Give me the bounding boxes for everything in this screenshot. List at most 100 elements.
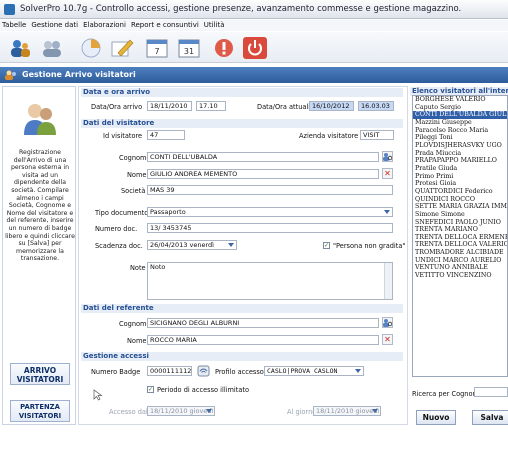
menu-bar: Tabelle Gestione dati Elaborazioni Report e… <box>0 20 508 31</box>
docnum-field[interactable]: 13/ 3453745 <box>147 223 393 233</box>
arrival-time-field[interactable]: 17.10 <box>196 101 226 111</box>
visitor-list-item[interactable]: TRENTA MARIANO <box>413 226 507 234</box>
access-from-select[interactable]: 18/11/2010 giovedì <box>147 406 215 416</box>
visitor-company-label: Azienda visitatore <box>299 132 359 140</box>
referent-search-icon[interactable] <box>382 317 393 328</box>
docnum-label: Numero doc. <box>95 225 138 233</box>
calendar-day-number: 7 <box>154 47 159 56</box>
visitor-list-item[interactable]: TRENTA DELLOCA ERMENEGI <box>413 234 507 242</box>
visitor-id-label: Id visitatore <box>103 132 143 140</box>
unlimited-label: Periodo di accesso illimitato <box>157 386 249 394</box>
visitor-list-item[interactable]: Prada Miuccia <box>413 150 507 158</box>
current-date-field: 16/10/2012 <box>309 101 354 111</box>
visitor-list-item[interactable]: TROMBADORE ALCIBIADE <box>413 249 507 257</box>
current-datetime-label: Data/Ora attuali <box>257 103 311 111</box>
visitor-surname-field[interactable]: CONTI DELL'UBALDA <box>147 152 379 162</box>
arrival-datetime-label: Data/Ora arrivo <box>91 103 143 111</box>
profile-select[interactable]: CASLO|PROVA CASLON <box>264 366 364 376</box>
visitor-list-item[interactable]: Paracelso Rocco Maria <box>413 127 507 135</box>
partenza-visitatori-button[interactable]: PARTENZA VISITATORI <box>10 400 70 422</box>
visitor-list-item[interactable]: BORGHESE VALERIO <box>413 96 507 104</box>
users-icon[interactable] <box>8 37 32 59</box>
alert-icon[interactable] <box>212 37 236 59</box>
arrival-date-field[interactable]: 18/11/2010 <box>147 101 192 111</box>
menu-elaborazioni[interactable]: Elaborazioni <box>83 21 126 29</box>
visitor-list-item[interactable]: Caputo Sergio <box>413 104 507 112</box>
referent-name-label: Nome <box>127 337 147 345</box>
visitor-list-item[interactable]: PRAPAPAPPO MARIELLO <box>413 157 507 165</box>
menu-report[interactable]: Report e consuntivi <box>131 21 199 29</box>
visitor-list-item[interactable]: CONTI DELL'UBALDA GIULI <box>413 111 507 119</box>
power-icon[interactable] <box>243 37 267 59</box>
referent-name-field[interactable]: ROCCO MARIA <box>147 335 379 345</box>
calendar-day-icon[interactable]: 7 <box>145 37 169 59</box>
arrivo-visitatori-button[interactable]: ARRIVO VISITATORI <box>10 363 70 385</box>
visitor-surname-label: Cognome <box>119 154 151 162</box>
visitors-icon <box>22 101 58 137</box>
visitor-list-item[interactable]: TRENTA DELLOCA VALERIO <box>413 241 507 249</box>
cursor-arrow-icon <box>93 389 103 401</box>
expiry-date-select[interactable]: 26/04/2013 venerdì <box>147 240 237 250</box>
section-visitor: Dati del visitatore <box>81 119 403 128</box>
visitor-list-item[interactable]: VENTUNO ANNIBALE <box>413 264 507 272</box>
calendar-month-icon[interactable]: 31 <box>177 37 201 59</box>
visitor-list-item[interactable]: QUATTORDICI Federico <box>413 188 507 196</box>
section-referent: Dati del referente <box>81 304 403 313</box>
referent-surname-label: Cognome <box>119 320 151 328</box>
search-surname-field[interactable] <box>474 387 508 397</box>
visitor-list-item[interactable]: Primo Primi <box>413 173 507 181</box>
chart-icon[interactable] <box>79 37 103 59</box>
notes-textarea[interactable]: Noto <box>147 262 393 300</box>
app-logo-icon <box>4 4 15 15</box>
visitor-list-item[interactable]: Pileggi Toni <box>413 134 507 142</box>
nuovo-button[interactable]: Nuovo <box>416 410 456 425</box>
visitor-search-icon[interactable] <box>382 151 393 162</box>
notes-label: Note <box>130 264 146 272</box>
visitor-list-item[interactable]: Protesi Gioia <box>413 180 507 188</box>
main-form: Data e ora arrivo Data/Ora arrivo 18/11/… <box>78 86 408 425</box>
access-from-label: Accesso dal <box>109 408 148 416</box>
menu-gestione-dati[interactable]: Gestione dati <box>31 21 78 29</box>
visitor-list-item[interactable]: VETITTO VINCENZINO <box>413 272 507 280</box>
toolbar: 7 31 <box>0 32 508 63</box>
visitor-list-item[interactable]: Pratile Giuda <box>413 165 507 173</box>
title-bar: SolverPro 10.7g - Controllo accessi, ges… <box>0 0 508 19</box>
visitor-list-item[interactable]: UNDICI MARCO AURELIO <box>413 257 507 265</box>
visitor-list-item[interactable]: Mazzini Giuseppe <box>413 119 507 127</box>
badge-label: Numero Badge <box>91 368 141 376</box>
visitor-id-field[interactable]: 47 <box>147 130 185 140</box>
help-text: Registrazione dell'Arrivo di una persona… <box>5 149 75 263</box>
edit-icon[interactable] <box>110 37 134 59</box>
referent-surname-field[interactable]: SICIGNANO DEGLI ALBURNI <box>147 318 379 328</box>
menu-tabelle[interactable]: Tabelle <box>2 21 26 29</box>
visitor-window-icon <box>5 70 17 80</box>
unlimited-checkbox[interactable]: ✓ <box>147 386 154 393</box>
doctype-select[interactable]: Passaporto <box>147 207 393 217</box>
visitor-list-item[interactable]: Simone Simone <box>413 211 507 219</box>
visitor-name-label: Nome <box>127 171 147 179</box>
calendar-month-number: 31 <box>184 47 194 56</box>
section-access: Gestione accessi <box>81 352 403 361</box>
salva-button[interactable]: Salva <box>472 410 508 425</box>
visitors-list[interactable]: BORGHESE VALERIO Caputo Sergio CONTI DELL'… <box>412 95 508 377</box>
visitor-list-item[interactable]: QUINDICI ROCCO <box>413 196 507 204</box>
badge-field[interactable]: 0000111112 <box>147 366 192 376</box>
app-title: SolverPro 10.7g - Controllo accessi, ges… <box>20 4 462 14</box>
menu-utilita[interactable]: Utilità <box>204 21 225 29</box>
current-time-field: 16.03.03 <box>358 101 394 111</box>
non-grata-checkbox[interactable]: ✓ <box>323 242 330 249</box>
visitor-company-field[interactable]: VISIT <box>360 130 394 140</box>
people-icon[interactable] <box>40 37 64 59</box>
visitor-list-item[interactable]: PLOVDISJHERASVKY UGO <box>413 142 507 150</box>
visitor-clear-icon[interactable]: ✕ <box>382 168 393 179</box>
doctype-label: Tipo documento <box>95 209 149 217</box>
visitor-list-item[interactable]: SNEFEDICI PAOLO JUNIO <box>413 219 507 227</box>
visitor-societa-field[interactable]: MAS 39 <box>147 185 393 195</box>
badge-reader-icon[interactable] <box>197 365 210 377</box>
visitor-list-item[interactable]: SETTE MARIA GRAZIA IMMA <box>413 203 507 211</box>
access-to-select[interactable]: 18/11/2010 giovedì <box>313 406 381 416</box>
notes-scrollbar[interactable] <box>384 263 392 299</box>
visitor-name-field[interactable]: GIULIO ANDREA MEMENTO <box>147 169 379 179</box>
section-arrival: Data e ora arrivo <box>81 88 403 97</box>
referent-clear-icon[interactable]: ✕ <box>382 334 393 345</box>
